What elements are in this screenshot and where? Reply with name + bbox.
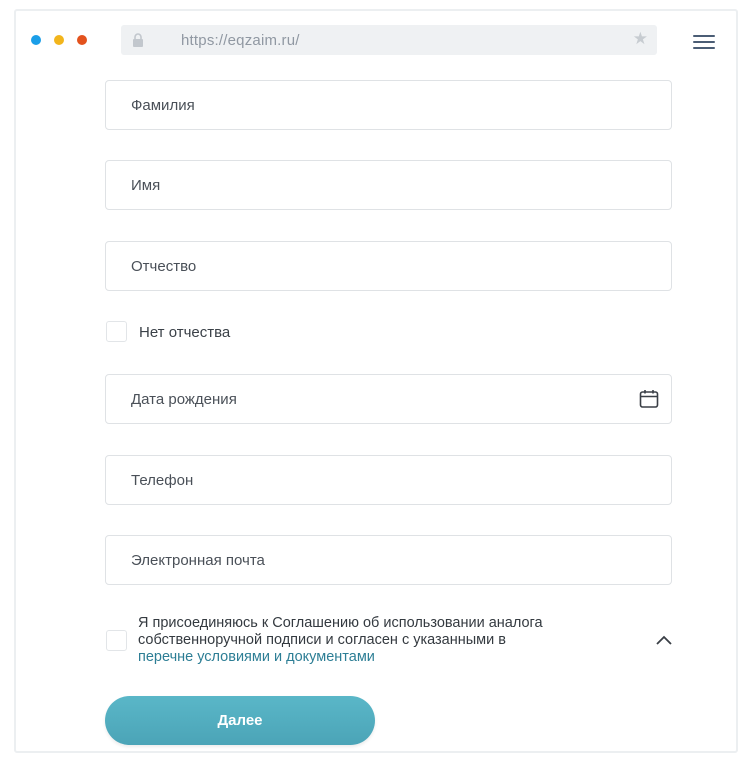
last-name-input[interactable]	[106, 81, 671, 129]
calendar-icon[interactable]	[639, 389, 659, 409]
email-field[interactable]	[105, 535, 672, 585]
middle-name-input[interactable]	[106, 242, 671, 290]
first-name-field[interactable]	[105, 160, 672, 210]
phone-field[interactable]	[105, 455, 672, 505]
maximize-window-dot[interactable]	[77, 35, 87, 45]
close-window-dot[interactable]	[31, 35, 41, 45]
address-url[interactable]: https://eqzaim.ru/	[181, 32, 300, 49]
birth-date-input[interactable]	[106, 375, 671, 423]
no-middle-name-checkbox[interactable]	[106, 321, 127, 342]
hamburger-menu-icon[interactable]	[693, 35, 715, 49]
address-bar[interactable]: https://eqzaim.ru/ ★	[121, 25, 657, 55]
last-name-field[interactable]	[105, 80, 672, 130]
agreement-text-line1: Я присоединяюсь к Соглашению об использо…	[138, 615, 543, 631]
first-name-input[interactable]	[106, 161, 671, 209]
no-middle-name-label[interactable]: Нет отчества	[139, 324, 230, 341]
agreement-documents-link[interactable]: перечне условиями и документами	[138, 649, 375, 665]
email-input[interactable]	[106, 536, 671, 584]
agreement-text: Я присоединяюсь к Соглашению об использо…	[138, 615, 638, 666]
minimize-window-dot[interactable]	[54, 35, 64, 45]
lock-icon	[132, 33, 144, 52]
agreement-checkbox[interactable]	[106, 630, 127, 651]
star-icon[interactable]: ★	[633, 30, 648, 47]
agreement-text-line2: собственноручной подписи и согласен с ук…	[138, 632, 506, 648]
middle-name-field[interactable]	[105, 241, 672, 291]
next-button[interactable]: Далее	[105, 696, 375, 745]
chevron-up-icon[interactable]	[655, 633, 673, 645]
phone-input[interactable]	[106, 456, 671, 504]
birth-date-field[interactable]	[105, 374, 672, 424]
